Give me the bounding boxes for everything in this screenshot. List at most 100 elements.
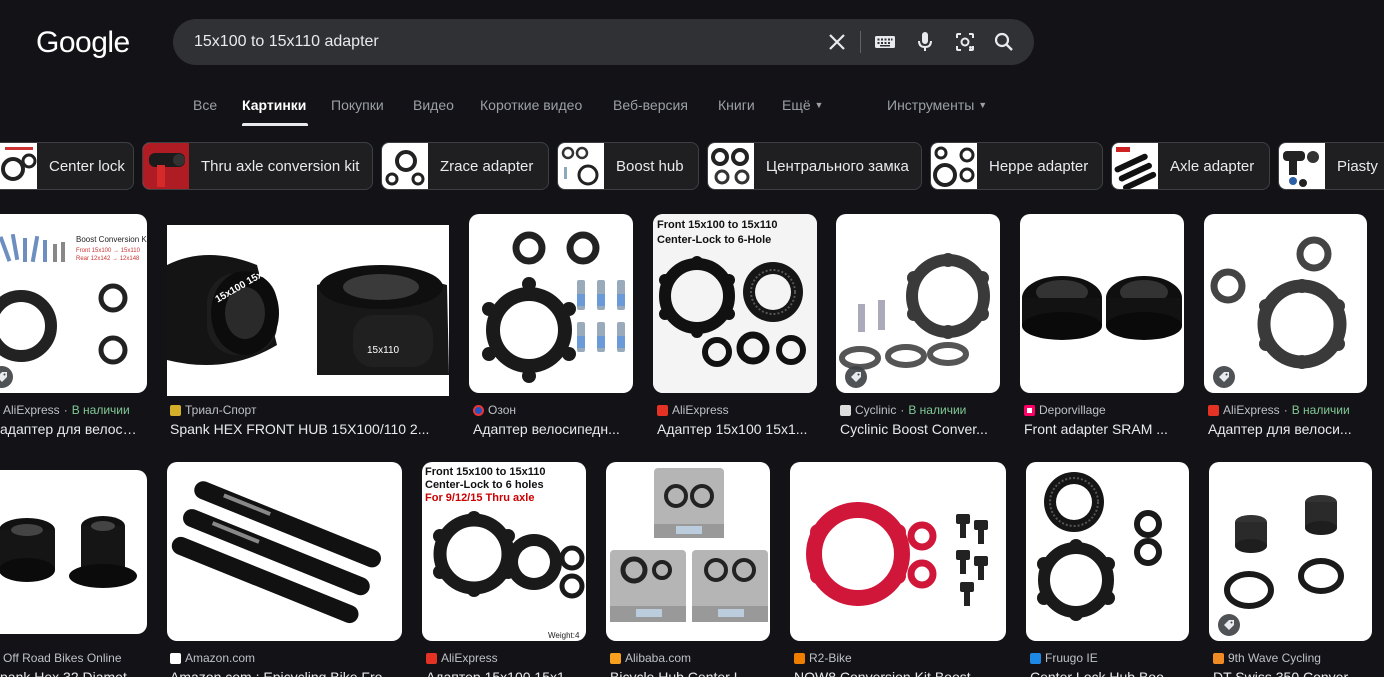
- chip-boost-hub[interactable]: Boost hub: [557, 142, 699, 190]
- lens-icon[interactable]: [953, 30, 977, 54]
- favicon: [610, 652, 621, 664]
- product-tag-icon: [1218, 614, 1240, 636]
- caret-down-icon: ▼: [814, 100, 824, 110]
- result-source: R2-Bike: [794, 651, 852, 665]
- favicon: [1024, 404, 1035, 416]
- image-caption: 15x110: [367, 345, 400, 356]
- tab-shopping[interactable]: Покупки: [331, 97, 384, 113]
- chip-piasty[interactable]: Piasty: [1278, 142, 1384, 190]
- result-image[interactable]: Front 15x100 to 15x110 Center-Lock to 6 …: [422, 462, 586, 641]
- result-image[interactable]: [469, 214, 633, 393]
- result-image[interactable]: 15x100 15x110 15x110: [167, 225, 449, 396]
- source-name: AliExpress: [441, 651, 498, 665]
- result-title[interactable]: Адаптер 15x100 15x1...: [657, 421, 817, 437]
- result-image[interactable]: [606, 462, 770, 641]
- result-source: AliExpress · В наличии: [3, 403, 130, 417]
- image-caption: Front 15x100 → 15x110: [76, 248, 141, 254]
- source-name: Cyclinic: [855, 403, 897, 417]
- tab-more[interactable]: Ещё ▼: [782, 97, 823, 113]
- result-title[interactable]: Адаптер велосипедн...: [473, 421, 633, 437]
- favicon: [1213, 652, 1224, 664]
- tab-short-video[interactable]: Короткие видео: [480, 97, 582, 113]
- tab-all[interactable]: Все: [193, 97, 217, 113]
- search-input[interactable]: [194, 19, 814, 65]
- result-title[interactable]: NOW8 Conversion Kit Boost...: [794, 669, 1006, 677]
- favicon: [426, 652, 437, 664]
- chip-thumbnail: [931, 143, 977, 189]
- result-source: Триал-Спорт: [170, 403, 256, 417]
- result-source: Alibaba.com: [610, 651, 691, 665]
- active-tab-indicator: [242, 123, 308, 126]
- result-title[interactable]: Bicycle Hub Center L...: [610, 669, 770, 677]
- result-title[interactable]: pank Hex 32 Diamet...: [0, 669, 140, 677]
- search-icon[interactable]: [992, 30, 1016, 54]
- source-name: Озон: [488, 403, 517, 417]
- mic-icon[interactable]: [913, 30, 937, 54]
- chip-center-lock[interactable]: Center lock: [0, 142, 134, 190]
- result-title[interactable]: Адаптер для велоси...: [1208, 421, 1367, 437]
- result-source: Озон: [473, 403, 516, 417]
- source-name: 9th Wave Cycling: [1228, 651, 1321, 665]
- tools-label: Инструменты: [887, 97, 975, 113]
- favicon: [170, 652, 181, 664]
- result-image[interactable]: [0, 470, 147, 634]
- image-caption: Front 15x100 to 15x110: [657, 219, 777, 231]
- source-name: Триал-Спорт: [185, 403, 257, 417]
- result-title[interactable]: DT Swiss 350 Conver...: [1213, 669, 1372, 677]
- result-image[interactable]: [167, 462, 402, 641]
- close-icon[interactable]: [825, 30, 849, 54]
- chip-zrace[interactable]: Zrace adapter: [381, 142, 549, 190]
- chip-thru-axle[interactable]: Thru axle conversion kit: [142, 142, 373, 190]
- source-name: R2-Bike: [809, 651, 852, 665]
- chip-thumbnail: [1279, 143, 1325, 189]
- result-image[interactable]: [1020, 214, 1184, 393]
- chip-axle-adapter[interactable]: Axle adapter: [1111, 142, 1270, 190]
- chip-label: Zrace adapter: [440, 157, 534, 175]
- chip-label: Центрального замка: [766, 157, 909, 175]
- result-title[interactable]: Адаптер 15x100 15x1...: [426, 669, 586, 677]
- caret-down-icon: ▼: [978, 100, 988, 110]
- tab-video[interactable]: Видео: [413, 97, 454, 113]
- result-title[interactable]: Center Lock Hub Boo...: [1030, 669, 1189, 677]
- tab-more-label: Ещё: [782, 97, 811, 113]
- tools-button[interactable]: Инструменты ▼: [887, 97, 987, 113]
- source-name: Off Road Bikes Online: [3, 651, 122, 665]
- result-image[interactable]: Boost Conversion Kit Front 15x100 → 15x1…: [0, 214, 147, 393]
- result-source: AliExpress · В наличии: [1208, 403, 1350, 417]
- search-divider: [860, 31, 861, 53]
- chip-thumbnail: [382, 143, 428, 189]
- chip-label: Piasty: [1337, 157, 1378, 175]
- result-image[interactable]: Front 15x100 to 15x110 Center-Lock to 6-…: [653, 214, 817, 393]
- favicon: [1208, 404, 1219, 416]
- favicon: [170, 404, 181, 416]
- chip-heppe[interactable]: Heppe adapter: [930, 142, 1103, 190]
- favicon: [473, 404, 484, 416]
- favicon: [794, 652, 805, 664]
- source-name: Fruugo IE: [1045, 651, 1098, 665]
- tab-books[interactable]: Книги: [718, 97, 755, 113]
- chip-thumbnail: [558, 143, 604, 189]
- availability: В наличии: [1291, 403, 1350, 417]
- result-title[interactable]: Spank HEX FRONT HUB 15X100/110 2...: [170, 421, 450, 437]
- result-source: Deporvillage: [1024, 403, 1106, 417]
- source-name: Deporvillage: [1039, 403, 1106, 417]
- result-title[interactable]: Front adapter SRAM ...: [1024, 421, 1184, 437]
- image-caption: For 9/12/15 Thru axle: [425, 492, 534, 504]
- product-tag-icon: [1213, 366, 1235, 388]
- image-caption: Weight:4: [548, 631, 580, 640]
- tab-web[interactable]: Веб-версия: [613, 97, 688, 113]
- result-title[interactable]: адаптер для велоси...: [0, 421, 140, 437]
- result-image[interactable]: [1026, 462, 1189, 641]
- chip-thumbnail: [0, 143, 37, 189]
- result-title[interactable]: Amazon.com : Epicycling Bike Fro...: [170, 669, 402, 677]
- chip-central-lock[interactable]: Центрального замка: [707, 142, 922, 190]
- tab-images[interactable]: Картинки: [242, 97, 306, 113]
- source-name: AliExpress: [3, 403, 60, 417]
- chip-thumbnail: [1112, 143, 1158, 189]
- image-caption: Front 15x100 to 15x110: [425, 466, 545, 478]
- google-logo[interactable]: Google: [36, 26, 130, 60]
- image-caption: Rear 12x142 → 12x148: [76, 256, 140, 262]
- result-title[interactable]: Cyclinic Boost Conver...: [840, 421, 1000, 437]
- keyboard-icon[interactable]: [873, 30, 897, 54]
- result-image[interactable]: [790, 462, 1006, 641]
